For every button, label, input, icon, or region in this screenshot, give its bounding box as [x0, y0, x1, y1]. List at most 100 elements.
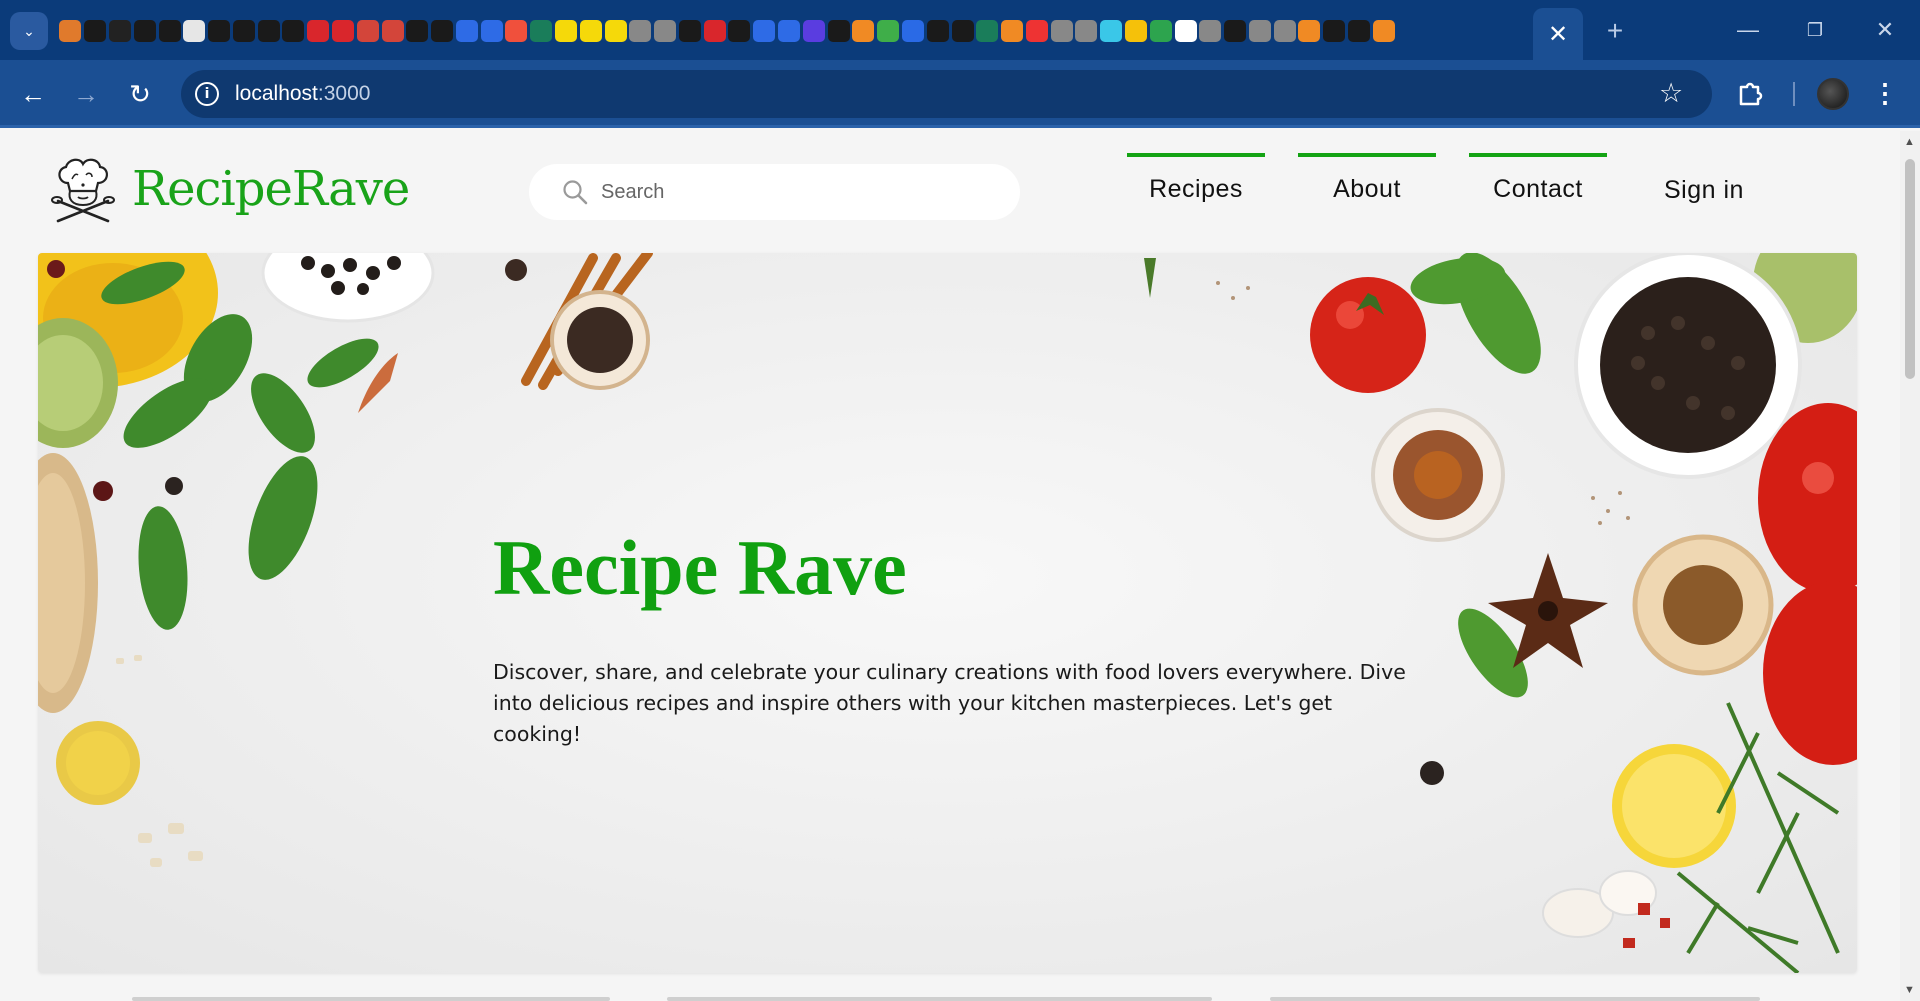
minimize-button[interactable]: — [1725, 12, 1771, 48]
tab-favicon-icon[interactable] [1050, 20, 1073, 42]
profile-avatar[interactable] [1817, 78, 1849, 110]
tab-favicon-icon[interactable] [1025, 20, 1048, 42]
tab-favicon-icon[interactable] [530, 20, 553, 42]
tab-favicon-icon[interactable] [257, 20, 280, 42]
tab-favicon-icon[interactable] [183, 20, 206, 42]
tab-favicon-icon[interactable] [84, 20, 107, 42]
scroll-up-arrow-icon[interactable]: ▲ [1904, 136, 1915, 148]
pinned-tab-favicons [58, 18, 1508, 44]
nav-link-about[interactable]: About [1298, 153, 1436, 213]
arrow-right-icon: → [73, 78, 99, 109]
tab-favicon-icon[interactable] [1149, 20, 1172, 42]
tab-favicon-icon[interactable] [1199, 20, 1222, 42]
restore-icon: ❐ [1806, 19, 1824, 40]
toolbar-separator [1793, 82, 1795, 106]
tab-favicon-icon[interactable] [1001, 20, 1024, 42]
extensions-puzzle-icon[interactable] [1735, 78, 1765, 110]
tab-favicon-icon[interactable] [951, 20, 974, 42]
arrow-left-icon: ← [20, 78, 46, 109]
more-menu-icon[interactable]: ⋮ [1872, 78, 1898, 109]
restore-button[interactable]: ❐ [1792, 12, 1838, 48]
tab-favicon-icon[interactable] [208, 20, 231, 42]
scroll-down-arrow-icon[interactable]: ▼ [1904, 984, 1915, 996]
search-input[interactable] [601, 178, 981, 206]
back-button[interactable]: ← [15, 76, 51, 112]
tab-favicon-icon[interactable] [604, 20, 627, 42]
scroll-thumb[interactable] [1905, 159, 1915, 379]
close-icon: ✕ [1875, 17, 1895, 42]
tab-favicon-icon[interactable] [282, 20, 305, 42]
hero-ingredients-illustration [38, 253, 1857, 973]
tab-favicon-icon[interactable] [877, 20, 900, 42]
tab-favicon-icon[interactable] [232, 20, 255, 42]
tab-favicon-icon[interactable] [1124, 20, 1147, 42]
tab-favicon-icon[interactable] [728, 20, 751, 42]
active-tab-close-button[interactable]: ✕ [1533, 8, 1583, 60]
search-icon [563, 180, 588, 205]
tab-search-button[interactable]: ⌄ [10, 12, 48, 50]
plus-icon: + [1606, 15, 1624, 46]
recipe-card-edge [1270, 997, 1760, 1001]
tab-favicon-icon[interactable] [629, 20, 652, 42]
tab-favicon-icon[interactable] [381, 20, 404, 42]
tab-favicon-icon[interactable] [1273, 20, 1296, 42]
chef-hat-logo-icon[interactable] [50, 155, 116, 225]
tab-favicon-icon[interactable] [505, 20, 528, 42]
nav-link-contact[interactable]: Contact [1469, 153, 1607, 213]
tab-favicon-icon[interactable] [1100, 20, 1123, 42]
brand-name[interactable]: RecipeRave [132, 161, 410, 217]
browser-toolbar: ← → ↻ i localhost:3000 ☆ ⋮ [0, 60, 1920, 128]
reload-button[interactable]: ↻ [122, 76, 158, 112]
sign-in-link[interactable]: Sign in [1664, 176, 1744, 205]
tab-favicon-icon[interactable] [852, 20, 875, 42]
tab-favicon-icon[interactable] [1372, 20, 1395, 42]
tab-favicon-icon[interactable] [1224, 20, 1247, 42]
tab-favicon-icon[interactable] [406, 20, 429, 42]
tab-favicon-icon[interactable] [431, 20, 454, 42]
tab-favicon-icon[interactable] [579, 20, 602, 42]
tab-favicon-icon[interactable] [654, 20, 677, 42]
tab-favicon-icon[interactable] [802, 20, 825, 42]
url-text: localhost:3000 [235, 82, 371, 105]
hero-description: Discover, share, and celebrate your culi… [493, 660, 1406, 746]
tab-favicon-icon[interactable] [108, 20, 131, 42]
search-box[interactable] [529, 164, 1020, 220]
tab-favicon-icon[interactable] [1323, 20, 1346, 42]
tab-favicon-icon[interactable] [778, 20, 801, 42]
tab-favicon-icon[interactable] [480, 20, 503, 42]
tab-favicon-icon[interactable] [307, 20, 330, 42]
tab-favicon-icon[interactable] [59, 20, 82, 42]
tab-favicon-icon[interactable] [1298, 20, 1321, 42]
hero-title: Recipe Rave [493, 524, 907, 611]
tab-favicon-icon[interactable] [703, 20, 726, 42]
tab-favicon-icon[interactable] [356, 20, 379, 42]
tab-favicon-icon[interactable] [555, 20, 578, 42]
forward-button[interactable]: → [68, 76, 104, 112]
tab-favicon-icon[interactable] [158, 20, 181, 42]
tab-favicon-icon[interactable] [678, 20, 701, 42]
page-viewport: RecipeRave Recipes About Contact Sign in [0, 131, 1900, 1001]
recipe-card-edge [132, 997, 610, 1001]
window-close-button[interactable]: ✕ [1862, 12, 1908, 48]
tab-favicon-icon[interactable] [133, 20, 156, 42]
page-scrollbar[interactable]: ▲ ▼ [1900, 131, 1920, 1001]
tab-favicon-icon[interactable] [455, 20, 478, 42]
tab-favicon-icon[interactable] [827, 20, 850, 42]
nav-link-recipes[interactable]: Recipes [1127, 153, 1265, 213]
close-icon: ✕ [1547, 20, 1569, 48]
tab-favicon-icon[interactable] [1348, 20, 1371, 42]
tab-favicon-icon[interactable] [1075, 20, 1098, 42]
tab-favicon-icon[interactable] [753, 20, 776, 42]
tab-favicon-icon[interactable] [1248, 20, 1271, 42]
tab-favicon-icon[interactable] [926, 20, 949, 42]
new-tab-button[interactable]: + [1598, 14, 1632, 48]
tab-favicon-icon[interactable] [1174, 20, 1197, 42]
minimize-icon: — [1737, 17, 1759, 42]
tab-favicon-icon[interactable] [331, 20, 354, 42]
site-info-icon[interactable]: i [195, 82, 219, 106]
address-bar[interactable]: i localhost:3000 ☆ [181, 70, 1712, 118]
reload-icon: ↻ [129, 78, 151, 109]
tab-favicon-icon[interactable] [976, 20, 999, 42]
tab-favicon-icon[interactable] [901, 20, 924, 42]
bookmark-star-icon[interactable]: ☆ [1659, 78, 1683, 109]
